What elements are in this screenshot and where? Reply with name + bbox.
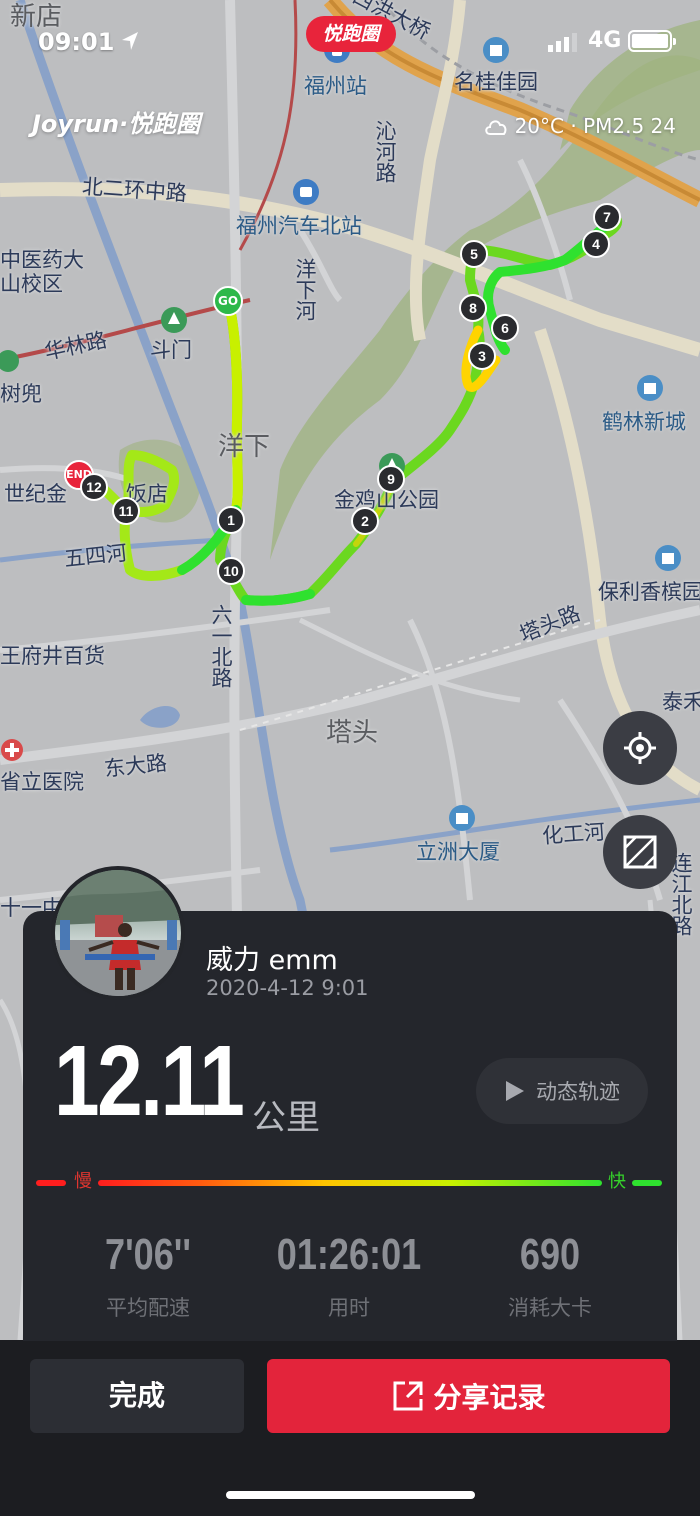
weather-text: 20°C · PM2.5 24 [514,114,676,138]
map-label: 立洲大厦 [416,840,500,864]
stat-avg-pace: 7'06'' 平均配速 [48,1230,248,1322]
pace-slow-label: 慢 [74,1171,92,1192]
map-layer-button[interactable] [603,815,677,889]
replay-label: 动态轨迹 [536,1080,620,1104]
share-label: 分享记录 [433,1381,546,1414]
park-icon [0,350,19,372]
map-label: 世纪金 [4,482,67,506]
pace-fast-label: 快 [608,1171,626,1192]
map-label: 保利香槟园 [598,580,700,604]
km-marker: 11 [112,497,140,525]
distance-unit: 公里 [252,1098,320,1138]
location-arrow-icon [122,32,138,50]
pace-slow-cap [36,1180,66,1186]
park-icon [161,307,187,333]
stat-value: 7'06'' [105,1230,191,1279]
km-marker: 6 [491,314,519,342]
hospital-icon [1,739,23,761]
km-marker: 8 [459,294,487,322]
stat-value: 690 [519,1230,581,1279]
map-label: 泰禾 [662,690,700,714]
stat-calories: 690 消耗大卡 [450,1230,650,1322]
stat-duration: 01:26:01 用时 [249,1230,449,1322]
app-logo: Joyrun·悦跑圈 [32,110,201,138]
map-label: 福州汽车北站 [236,214,362,238]
map-label: 洋下河 [293,258,317,321]
home-indicator[interactable] [226,1491,475,1499]
stat-label: 用时 [328,1296,370,1320]
map-label: 省立医院 [0,770,84,794]
bus-station-icon [293,179,319,205]
stat-label: 消耗大卡 [508,1296,592,1320]
crosshair-icon [624,732,656,764]
map-label: 化工河 [541,819,606,849]
km-marker: 10 [217,557,245,585]
locate-button[interactable] [603,711,677,785]
map-label: 山校区 [0,272,63,296]
pace-gradient [98,1180,602,1186]
weather-info: 20°C · PM2.5 24 [483,114,676,138]
km-marker: 9 [377,465,405,493]
brand-badge: 悦跑圈 [306,16,396,52]
avatar[interactable] [51,866,185,1000]
building-icon [449,805,475,831]
battery-icon [628,30,676,52]
map-label: 沁河路 [373,120,397,183]
stat-value: 01:26:01 [276,1230,422,1279]
km-marker: 4 [582,230,610,258]
map-label: 斗门 [150,338,192,362]
stat-label: 平均配速 [106,1296,190,1320]
map-label: 王府井百货 [0,644,105,668]
username: 威力 emm [206,945,338,976]
distance-value: 12.11 [54,1025,245,1137]
cloud-icon [484,120,506,135]
pace-legend: 慢 快 [36,1171,662,1192]
share-record-button[interactable]: 分享记录 [267,1359,670,1433]
km-marker: 12 [80,473,108,501]
map-label: 洋下 [218,432,271,462]
run-date: 2020-4-12 9:01 [206,976,369,1000]
share-icon [393,1381,423,1411]
status-time: 09:01 [38,28,115,56]
map-label: 六一北路 [209,604,233,688]
network-type: 4G [588,28,622,53]
route-start-marker: GO [213,286,243,316]
km-marker: 2 [351,507,379,535]
building-icon [637,375,663,401]
map-label: 鹤林新城 [602,410,686,434]
status-bar: 09:01 悦跑圈 4G [0,0,700,86]
km-marker: 3 [468,342,496,370]
pace-fast-cap [632,1180,662,1186]
play-icon [506,1081,524,1101]
signal-icon [548,33,577,52]
map-label: 树兜 [0,382,42,406]
done-button[interactable]: 完成 [30,1359,244,1433]
building-icon [655,545,681,571]
map-label: 塔头 [326,718,379,748]
map-layer-icon [623,835,657,869]
km-marker: 5 [460,240,488,268]
km-marker: 1 [217,506,245,534]
replay-track-button[interactable]: 动态轨迹 [476,1058,648,1124]
km-marker: 7 [593,203,621,231]
runner-photo [55,870,181,996]
